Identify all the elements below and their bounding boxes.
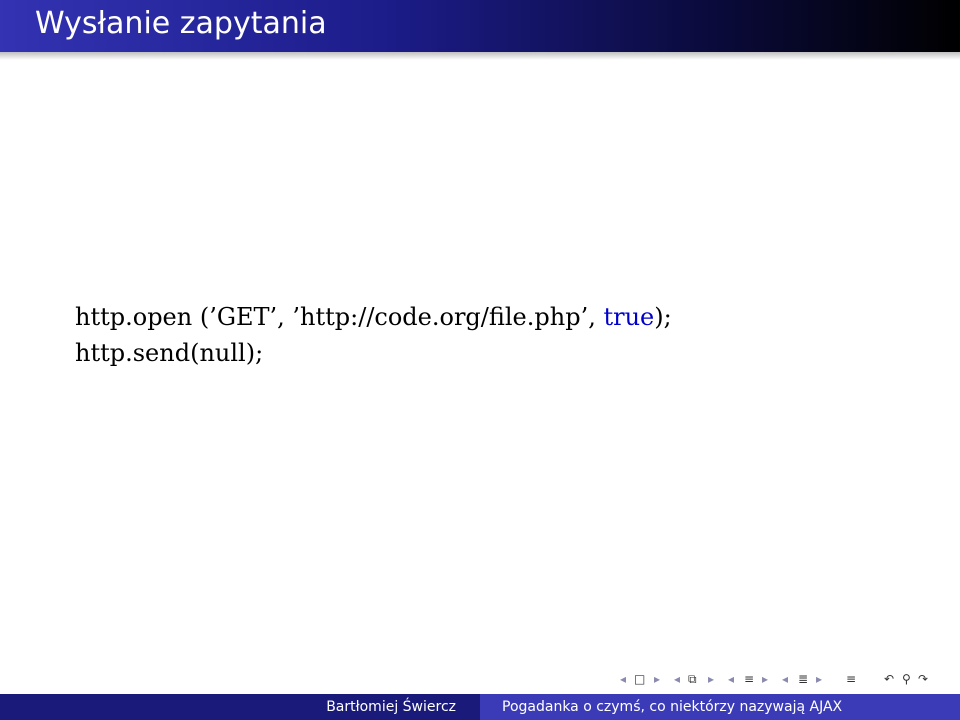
align-icon[interactable]: ≡ <box>846 672 856 686</box>
code-line-1-end: ); <box>654 303 672 331</box>
beamer-navigation-bar: ◂ □ ▸ ◂ ⧉ ▸ ◂ ≡ ▸ ◂ ≣ ▸ ≡ ↶ ⚲ ↷ <box>620 672 950 690</box>
footer-author: Bartłomiej Świercz <box>326 699 456 715</box>
arrow-right-icon[interactable]: ▸ <box>816 672 822 686</box>
presentation-icon[interactable]: ≣ <box>798 672 808 686</box>
code-line-1-start: http.open (’GET’, ’http://code.org/file.… <box>75 303 604 331</box>
arrow-right-icon[interactable]: ▸ <box>708 672 714 686</box>
frame-title-bar: Wysłanie zapytania <box>0 0 960 52</box>
code-keyword-true: true <box>603 303 655 331</box>
footer-title-panel: Pogadanka o czymś, co niektórzy nazywają… <box>480 694 960 720</box>
arrow-right-icon[interactable]: ▸ <box>654 672 660 686</box>
title-bar-shadow <box>0 52 960 60</box>
footer: Bartłomiej Świercz Pogadanka o czymś, co… <box>0 694 960 720</box>
section-icon[interactable]: ≡ <box>744 672 754 686</box>
arrow-left-icon[interactable]: ◂ <box>674 672 680 686</box>
redo-icon[interactable]: ↷ <box>918 672 928 686</box>
frame-icon[interactable]: □ <box>634 672 645 686</box>
code-line-2: http.send(null); <box>75 339 264 367</box>
code-block: http.open (’GET’, ’http://code.org/file.… <box>75 299 672 371</box>
arrow-left-icon[interactable]: ◂ <box>620 672 626 686</box>
arrow-right-icon[interactable]: ▸ <box>762 672 768 686</box>
arrow-left-icon[interactable]: ◂ <box>782 672 788 686</box>
footer-author-panel: Bartłomiej Świercz <box>0 694 480 720</box>
subsection-icon[interactable]: ⧉ <box>688 672 697 687</box>
undo-icon[interactable]: ↶ <box>884 672 894 686</box>
footer-title: Pogadanka o czymś, co niektórzy nazywają… <box>502 699 843 715</box>
arrow-left-icon[interactable]: ◂ <box>728 672 734 686</box>
slide-title: Wysłanie zapytania <box>35 6 327 41</box>
search-icon[interactable]: ⚲ <box>902 672 911 686</box>
